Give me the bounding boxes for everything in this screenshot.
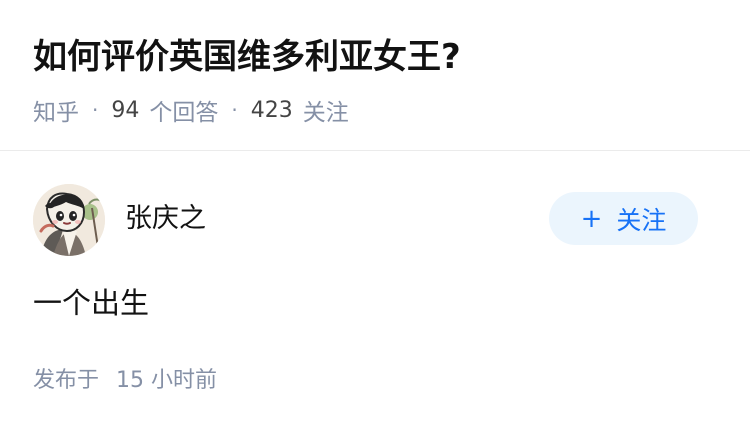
follower-count-label: 关注 [302,100,349,126]
answer-publish-time: 发布于 15 小时前 [33,365,217,397]
question-header: 如何评价英国维多利亚女王? 知乎 · 94 个回答 · 423 关注 [0,0,750,151]
answer-count-label: 个回答 [149,100,219,126]
published-value: 15 小时前 [116,368,218,393]
source-label[interactable]: 知乎 [33,93,79,127]
meta-separator: · [231,98,238,122]
answer-content[interactable]: 一个出生 [33,282,149,324]
answer-page: 如何评价英国维多利亚女王? 知乎 · 94 个回答 · 423 关注 张庆之 +… [0,0,750,434]
follow-button[interactable]: + 关注 [549,192,698,245]
question-meta: 知乎 · 94 个回答 · 423 关注 [33,92,349,128]
author-name[interactable]: 张庆之 [125,200,206,238]
avatar[interactable] [33,184,105,256]
answer-count: 94 [111,97,140,123]
answer-card: 张庆之 + 关注 一个出生 发布于 15 小时前 [0,152,750,434]
follower-count: 423 [250,97,293,123]
published-label: 发布于 [33,368,100,393]
author-row: 张庆之 + 关注 [33,184,698,256]
cartoon-avatar-icon [33,184,105,256]
plus-icon: + [580,203,603,234]
follow-button-label: 关注 [616,205,667,235]
meta-separator: · [92,98,99,122]
question-title[interactable]: 如何评价英国维多利亚女王? [33,33,461,81]
